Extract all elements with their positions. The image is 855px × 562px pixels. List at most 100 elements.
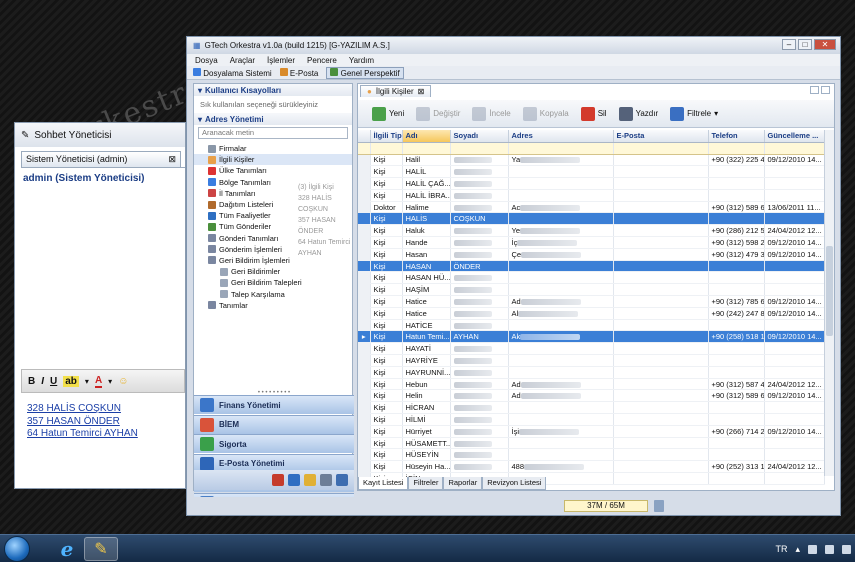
column-header-i-lgili-tipi[interactable]: İlgili Tipi — [370, 130, 403, 143]
contacts-table[interactable]: İlgili Tipi Adı Soyadı Adres E-Posta Telefon G… — [358, 130, 825, 485]
chat-contact-link[interactable]: 357 HASAN ÖNDER — [27, 416, 138, 429]
tree-search-input[interactable]: Aranacak metin — [198, 127, 348, 139]
module-sigorta[interactable]: Sigorta — [194, 434, 354, 453]
table-scrollbar[interactable] — [824, 130, 834, 476]
menu-item-ara-lar[interactable]: Araçlar — [230, 56, 255, 65]
table-row[interactable]: Kişi HÜSAMETT... — [358, 437, 825, 450]
tray-expand-icon[interactable]: ▴ — [795, 544, 800, 555]
table-row[interactable]: Kişi HAYRUNNİ... — [358, 366, 825, 379]
calendar-icon[interactable] — [272, 474, 284, 486]
table-row[interactable]: Kişi HATİCE — [358, 319, 825, 332]
shortcuts-section-header[interactable]: ▾ Kullanıcı Kısayolları — [194, 84, 352, 96]
table-row[interactable]: KişiHatice Ad +90 (312) 785 6...09/12/2010… — [358, 295, 825, 308]
underline-button[interactable]: U — [50, 376, 57, 387]
table-row[interactable]: Kişi HALİL İBRA... — [358, 189, 825, 202]
filter-cell[interactable] — [613, 142, 709, 155]
yazd-r-button[interactable]: Yazdır — [615, 103, 663, 125]
close-icon[interactable]: ⊠ — [168, 154, 176, 165]
table-row[interactable]: Kişi HAYRİYE — [358, 354, 825, 367]
panel-minimize-button[interactable] — [810, 86, 819, 94]
sil-button[interactable]: Sil — [577, 103, 611, 125]
column-header-soyad[interactable]: Soyadı — [450, 130, 509, 143]
table-row[interactable]: Kişi HALİL — [358, 165, 825, 179]
tree-item[interactable]: İlgili Kişiler — [194, 154, 352, 166]
tab-revizyon-listesi[interactable]: Revizyon Listesi — [482, 477, 547, 490]
table-row[interactable]: DoktorHalime Ac +90 (312) 589 6...13/06/20… — [358, 201, 825, 214]
tab-raporlar[interactable]: Raporlar — [443, 477, 483, 490]
flag-icon[interactable] — [808, 544, 817, 554]
table-row[interactable]: KişiHalil Ya +90 (322) 225 4...09/12/2010 … — [358, 154, 825, 167]
column-header-adres[interactable]: Adres — [508, 130, 614, 143]
perspective-genel-perspektif[interactable]: Genel Perspektif — [326, 66, 404, 79]
table-row[interactable]: Kişi HAŞİM — [358, 283, 825, 297]
chat-contact-link[interactable]: 64 Hatun Temirci AYHAN — [27, 428, 138, 441]
filter-cell[interactable] — [508, 142, 614, 155]
garbage-collect-icon[interactable] — [654, 500, 664, 512]
notes-icon[interactable] — [288, 474, 300, 486]
language-indicator[interactable]: TR — [775, 544, 787, 554]
tree-item[interactable]: Tanımlar — [194, 300, 352, 311]
tab-ilgili-kisiler[interactable]: ● İlgili Kişiler ⊠ — [360, 85, 432, 97]
italic-button[interactable]: I — [41, 376, 44, 387]
module-bi-em[interactable]: BİEM — [194, 414, 354, 434]
column-header-telefon[interactable]: Telefon — [708, 130, 765, 143]
tools-icon[interactable] — [320, 474, 332, 486]
filtrele-button[interactable]: Filtrele ▾ — [666, 103, 722, 125]
column-header-e-posta[interactable]: E-Posta — [613, 130, 709, 143]
panel-splitter[interactable]: • • • • • • • • • — [194, 390, 354, 396]
chat-window[interactable]: ✎ Sohbet Yöneticisi Sistem Yöneticisi (a… — [14, 122, 186, 489]
bold-button[interactable]: B — [28, 376, 35, 387]
filter-cell[interactable] — [370, 142, 403, 155]
folder-icon[interactable] — [304, 474, 316, 486]
tree-item[interactable]: Geri Bildirimler — [194, 266, 352, 277]
network-icon[interactable] — [825, 544, 834, 554]
taskbar-app-ie[interactable]: e — [50, 537, 84, 561]
scrollbar-thumb[interactable] — [826, 246, 833, 336]
main-window[interactable]: ▦ GTech Orkestra v1.0a (build 1215) [G-Y… — [186, 36, 841, 516]
table-row[interactable]: KişiHatice Al +90 (242) 247 8...09/12/2010… — [358, 307, 825, 320]
tree-item[interactable]: Talep Karşılama — [194, 288, 352, 299]
filter-cell[interactable] — [402, 142, 451, 155]
i-ncele-button[interactable]: İncele — [468, 103, 514, 125]
column-header-g-ncelleme[interactable]: Güncelleme ... — [764, 130, 825, 143]
chat-contact-link[interactable]: 328 HALİS COŞKUN — [27, 403, 138, 416]
chat-titlebar[interactable]: ✎ Sohbet Yöneticisi — [15, 123, 185, 147]
main-titlebar[interactable]: ▦ GTech Orkestra v1.0a (build 1215) [G-Y… — [187, 37, 840, 54]
table-row[interactable]: Kişi HALİS COŞKUN — [358, 212, 825, 226]
table-row[interactable]: Kişi HAYATİ — [358, 342, 825, 356]
close-button[interactable]: ✕ — [814, 39, 836, 50]
user-icon[interactable] — [336, 474, 348, 486]
table-row[interactable]: Kişi HASAN HÜ... — [358, 271, 825, 285]
chat-session-tab[interactable]: Sistem Yöneticisi (admin) ⊠ — [21, 151, 181, 167]
tree-item[interactable]: Firmalar — [194, 143, 352, 154]
table-row[interactable]: Kişi HÜSEYİN — [358, 448, 825, 462]
start-button[interactable] — [4, 536, 30, 562]
perspective-e-posta[interactable]: E-Posta — [279, 67, 318, 78]
column-header-ad[interactable]: Adı — [402, 130, 451, 143]
menu-item-dosya[interactable]: Dosya — [195, 56, 218, 65]
minimize-button[interactable]: – — [782, 39, 796, 50]
table-row[interactable]: Kişi HİLMİ — [358, 413, 825, 426]
table-row[interactable]: KişiHüseyin Ha... 488 +90 (252) 313 1...24… — [358, 460, 825, 474]
filter-cell[interactable] — [708, 142, 765, 155]
tree-item[interactable]: Geri Bildirim Talepleri — [194, 277, 352, 288]
menu-item-pencere[interactable]: Pencere — [307, 56, 337, 65]
chevron-down-icon[interactable]: ▾ — [85, 377, 89, 386]
panel-maximize-button[interactable] — [821, 86, 830, 94]
table-row[interactable]: KişiHasan Çe +90 (312) 479 3...09/12/2010 … — [358, 248, 825, 261]
table-row[interactable]: KişiHürriyet İşi +90 (266) 714 2...09/12/2… — [358, 425, 825, 438]
menu-item-i-lemler[interactable]: İşlemler — [267, 56, 295, 65]
table-row[interactable]: KişiHelin Ad +90 (312) 589 6...09/12/2010 … — [358, 389, 825, 403]
chevron-down-icon[interactable]: ▾ — [714, 109, 718, 118]
menu-item-yard-m[interactable]: Yardım — [349, 56, 374, 65]
highlight-icon[interactable]: ab — [63, 375, 79, 387]
filter-cell[interactable] — [764, 142, 825, 155]
chat-message-area[interactable] — [21, 167, 185, 367]
de-i-tir-button[interactable]: Değiştir — [412, 103, 464, 125]
kopyala-button[interactable]: Kopyala — [519, 103, 573, 125]
address-section-header[interactable]: ▾ Adres Yönetimi — [194, 113, 352, 125]
table-row[interactable]: ▸KişiHatun Temi...AYHANAk +90 (258) 518 1… — [358, 330, 825, 344]
table-row[interactable]: Kişi HASAN ÖNDER — [358, 260, 825, 273]
taskbar-app-orkestra[interactable]: ✎ — [84, 537, 118, 561]
volume-icon[interactable] — [842, 544, 851, 554]
